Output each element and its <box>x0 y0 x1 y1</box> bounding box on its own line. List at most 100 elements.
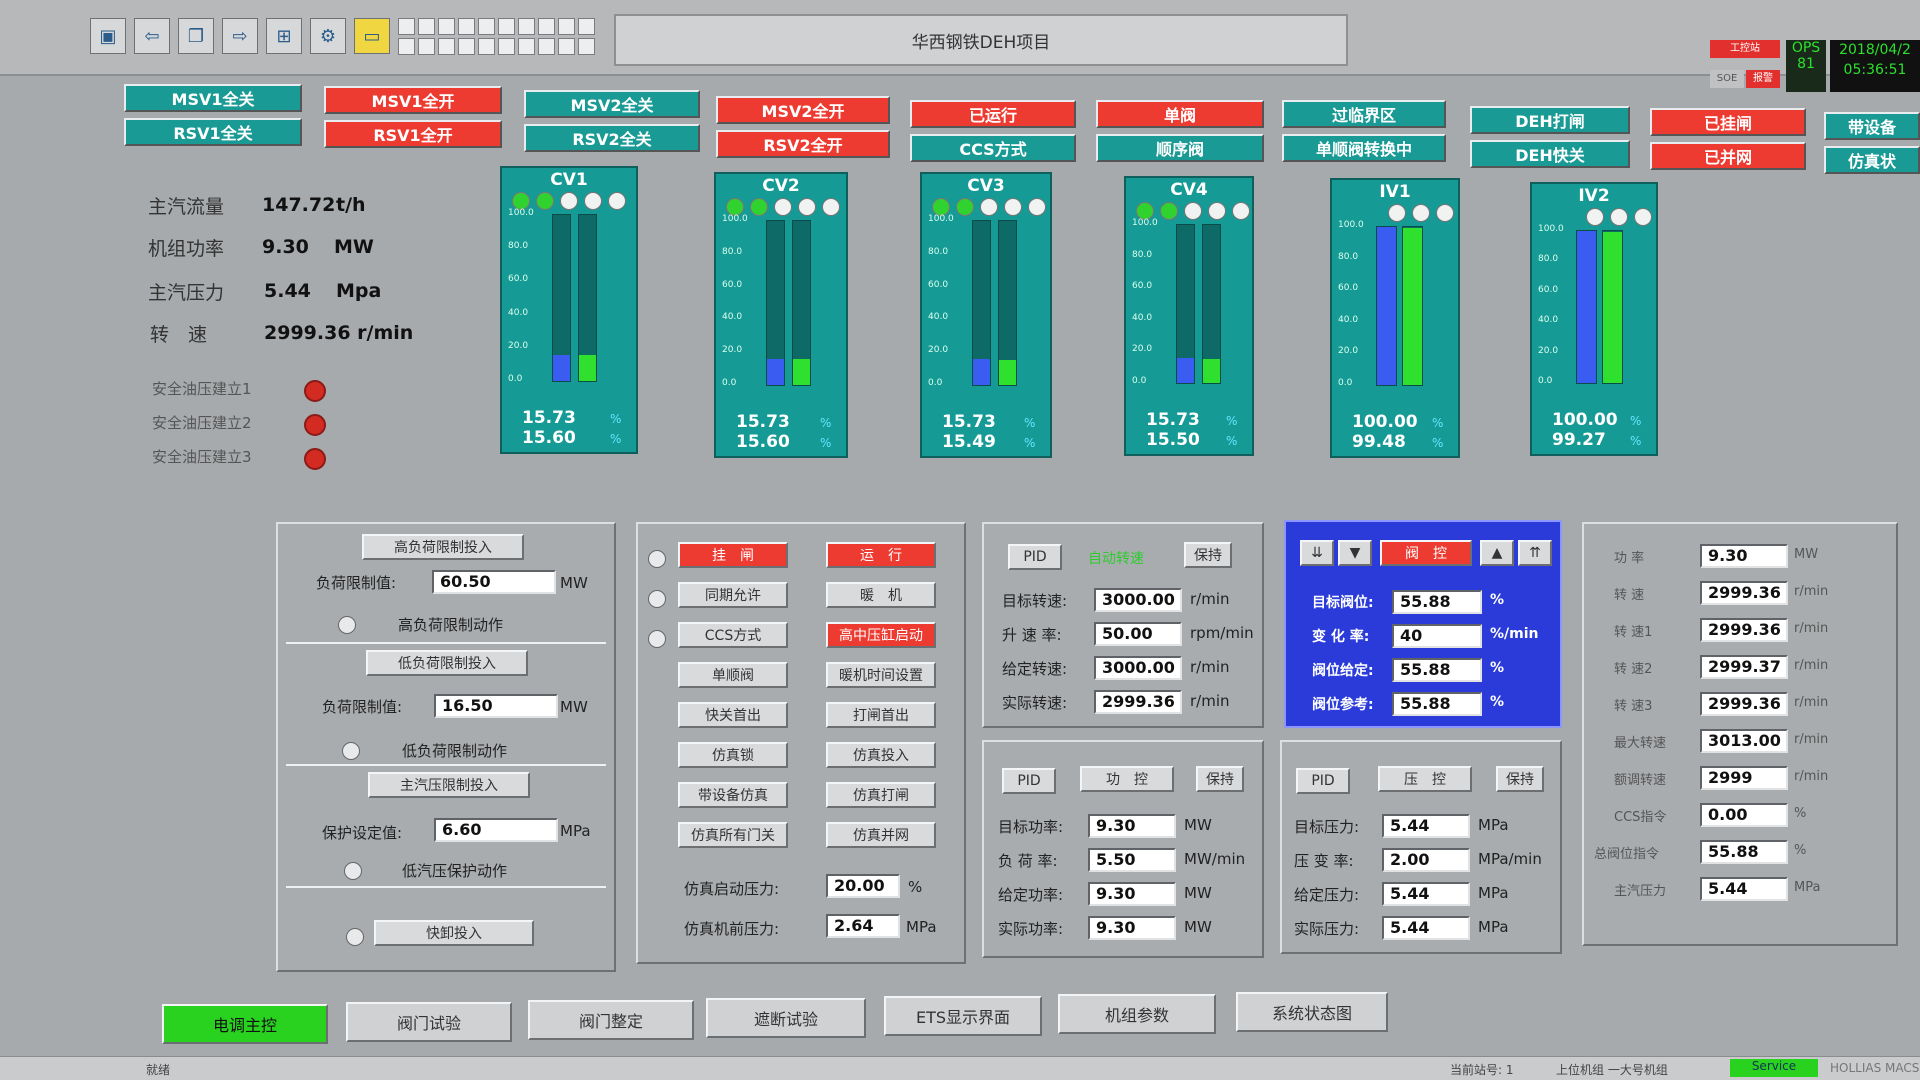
warm-time-button[interactable]: 暖机时间设置 <box>826 662 936 688</box>
network-icon[interactable]: ⊞ <box>266 18 302 54</box>
arrow-left-icon[interactable]: ⇦ <box>134 18 170 54</box>
status-button[interactable]: RSV2全开 <box>716 130 890 158</box>
speed_ctrl-row-input[interactable]: 3000.00 <box>1094 656 1182 680</box>
low-limit-input[interactable]: 16.50 <box>434 694 558 718</box>
press_ctrl-row-input[interactable]: 5.44 <box>1382 916 1470 940</box>
speed-pid-button[interactable]: PID <box>1008 544 1062 570</box>
down-arrow-icon[interactable]: ▼ <box>1338 540 1372 566</box>
power_ctrl-row-input[interactable]: 9.30 <box>1088 882 1176 906</box>
sim-trip-button[interactable]: 仿真打闸 <box>826 782 936 808</box>
nav-button[interactable]: 阀门试验 <box>346 1002 512 1042</box>
nav-button[interactable]: 机组参数 <box>1058 994 1216 1034</box>
power_ctrl-row-input[interactable]: 9.30 <box>1088 814 1176 838</box>
power_ctrl-row-input[interactable]: 5.50 <box>1088 848 1176 872</box>
soe-badge[interactable]: SOE <box>1710 70 1744 88</box>
trip-button[interactable]: 挂 闸 <box>678 542 788 568</box>
nav-button[interactable]: 系统状态图 <box>1236 992 1388 1032</box>
run-button[interactable]: 运 行 <box>826 542 936 568</box>
status-button[interactable]: 已并网 <box>1650 142 1806 170</box>
fast-unload-button[interactable]: 快卸投入 <box>374 920 534 946</box>
status-button[interactable]: MSV2全开 <box>716 96 890 124</box>
arrow-right-icon[interactable]: ⇨ <box>222 18 258 54</box>
status-button[interactable]: DEH打闸 <box>1470 106 1630 134</box>
status-button[interactable]: 仿真状 <box>1824 146 1920 174</box>
pressure-pid-button[interactable]: PID <box>1296 768 1350 794</box>
sim-in-button[interactable]: 仿真投入 <box>826 742 936 768</box>
monitor-icon[interactable]: ▣ <box>90 18 126 54</box>
pressure-action-radio[interactable] <box>344 862 362 880</box>
sim-lock-button[interactable]: 仿真锁 <box>678 742 788 768</box>
pressure-limit-input[interactable]: 6.60 <box>434 818 558 842</box>
sync-radio[interactable] <box>648 590 666 608</box>
ccs-radio[interactable] <box>648 630 666 648</box>
percent-unit: % <box>1226 434 1238 448</box>
sim-start-pressure-input[interactable]: 20.00 <box>826 874 900 898</box>
status-button[interactable]: 已挂闸 <box>1650 108 1806 136</box>
status-button[interactable]: 顺序阀 <box>1096 134 1264 162</box>
status-button[interactable]: DEH快关 <box>1470 140 1630 168</box>
pressure-hold-button[interactable]: 保持 <box>1496 766 1544 792</box>
power_ctrl-row-input[interactable]: 9.30 <box>1088 916 1176 940</box>
alarm-badge[interactable]: 报警 <box>1746 70 1780 88</box>
steam-pressure-label: 主汽压力 <box>148 282 225 304</box>
speed_ctrl-row-input[interactable]: 2999.36 <box>1094 690 1182 714</box>
status-button[interactable]: MSV1全关 <box>124 84 302 112</box>
status-button[interactable]: MSV1全开 <box>324 86 502 114</box>
fast-close-first-button[interactable]: 快关首出 <box>678 702 788 728</box>
power-mode-button[interactable]: 功 控 <box>1080 766 1174 792</box>
low-load-limit-button[interactable]: 低负荷限制投入 <box>366 650 528 676</box>
press_ctrl-row-input[interactable]: 5.44 <box>1382 882 1470 906</box>
speed-hold-button[interactable]: 保持 <box>1184 542 1232 568</box>
low-limit-action-radio[interactable] <box>342 742 360 760</box>
double-up-icon[interactable]: ⇈ <box>1518 540 1552 566</box>
device-sim-button[interactable]: 带设备仿真 <box>678 782 788 808</box>
high-limit-action-radio[interactable] <box>338 616 356 634</box>
trip-first-button[interactable]: 打闸首出 <box>826 702 936 728</box>
sync-permit-button[interactable]: 同期允许 <box>678 582 788 608</box>
pressure-mode-button[interactable]: 压 控 <box>1378 766 1472 792</box>
sim-grid-button[interactable]: 仿真并网 <box>826 822 936 848</box>
press_ctrl-row-input[interactable]: 5.44 <box>1382 814 1470 838</box>
sim-all-close-button[interactable]: 仿真所有门关 <box>678 822 788 848</box>
up-arrow-icon[interactable]: ▲ <box>1480 540 1514 566</box>
power-pid-button[interactable]: PID <box>1002 768 1056 794</box>
press_ctrl-row-input[interactable]: 2.00 <box>1382 848 1470 872</box>
high-limit-input[interactable]: 60.50 <box>432 570 556 594</box>
copy-icon[interactable]: ❐ <box>178 18 214 54</box>
speed_ctrl-row-input[interactable]: 3000.00 <box>1094 588 1182 612</box>
high-load-limit-button[interactable]: 高负荷限制投入 <box>362 534 524 560</box>
status-button[interactable]: RSV1全关 <box>124 118 302 146</box>
valve_ctrl-row-input[interactable]: 55.88 <box>1392 692 1482 716</box>
hp-ip-start-button[interactable]: 高中压缸启动 <box>826 622 936 648</box>
double-down-icon[interactable]: ⇊ <box>1300 540 1334 566</box>
trip-radio[interactable] <box>648 550 666 568</box>
tools-icon[interactable]: ⚙ <box>310 18 346 54</box>
status-button[interactable]: 单顺阀转换中 <box>1282 134 1446 162</box>
status-button[interactable]: 过临界区 <box>1282 100 1446 128</box>
status-button[interactable]: 已运行 <box>910 100 1076 128</box>
valve-mode-button[interactable]: 阀 控 <box>1380 540 1472 566</box>
status-button[interactable]: 带设备 <box>1824 112 1920 140</box>
nav-button[interactable]: 遮断试验 <box>706 998 866 1038</box>
folder-icon[interactable]: ▭ <box>354 18 390 54</box>
ccs-mode-button[interactable]: CCS方式 <box>678 622 788 648</box>
valve_ctrl-row-input[interactable]: 55.88 <box>1392 590 1482 614</box>
nav-button[interactable]: 阀门整定 <box>528 1000 694 1040</box>
status-button[interactable]: RSV1全开 <box>324 120 502 148</box>
status-button[interactable]: RSV2全关 <box>524 124 700 152</box>
speed_ctrl-row-input[interactable]: 50.00 <box>1094 622 1182 646</box>
fast-unload-radio[interactable] <box>346 928 364 946</box>
valve_ctrl-row-input[interactable]: 55.88 <box>1392 658 1482 682</box>
valve_ctrl-row-input[interactable]: 40 <box>1392 624 1482 648</box>
status-button[interactable]: 单阀 <box>1096 100 1264 128</box>
param-value: 3013.00 <box>1700 729 1788 753</box>
sim-front-pressure-input[interactable]: 2.64 <box>826 914 900 938</box>
nav-button[interactable]: 电调主控 <box>162 1004 328 1044</box>
nav-button[interactable]: ETS显示界面 <box>884 996 1042 1036</box>
status-button[interactable]: MSV2全关 <box>524 90 700 118</box>
single-seq-valve-button[interactable]: 单顺阀 <box>678 662 788 688</box>
pressure-limit-button[interactable]: 主汽压限制投入 <box>368 772 530 798</box>
status-button[interactable]: CCS方式 <box>910 134 1076 162</box>
power-hold-button[interactable]: 保持 <box>1196 766 1244 792</box>
warm-button[interactable]: 暖 机 <box>826 582 936 608</box>
